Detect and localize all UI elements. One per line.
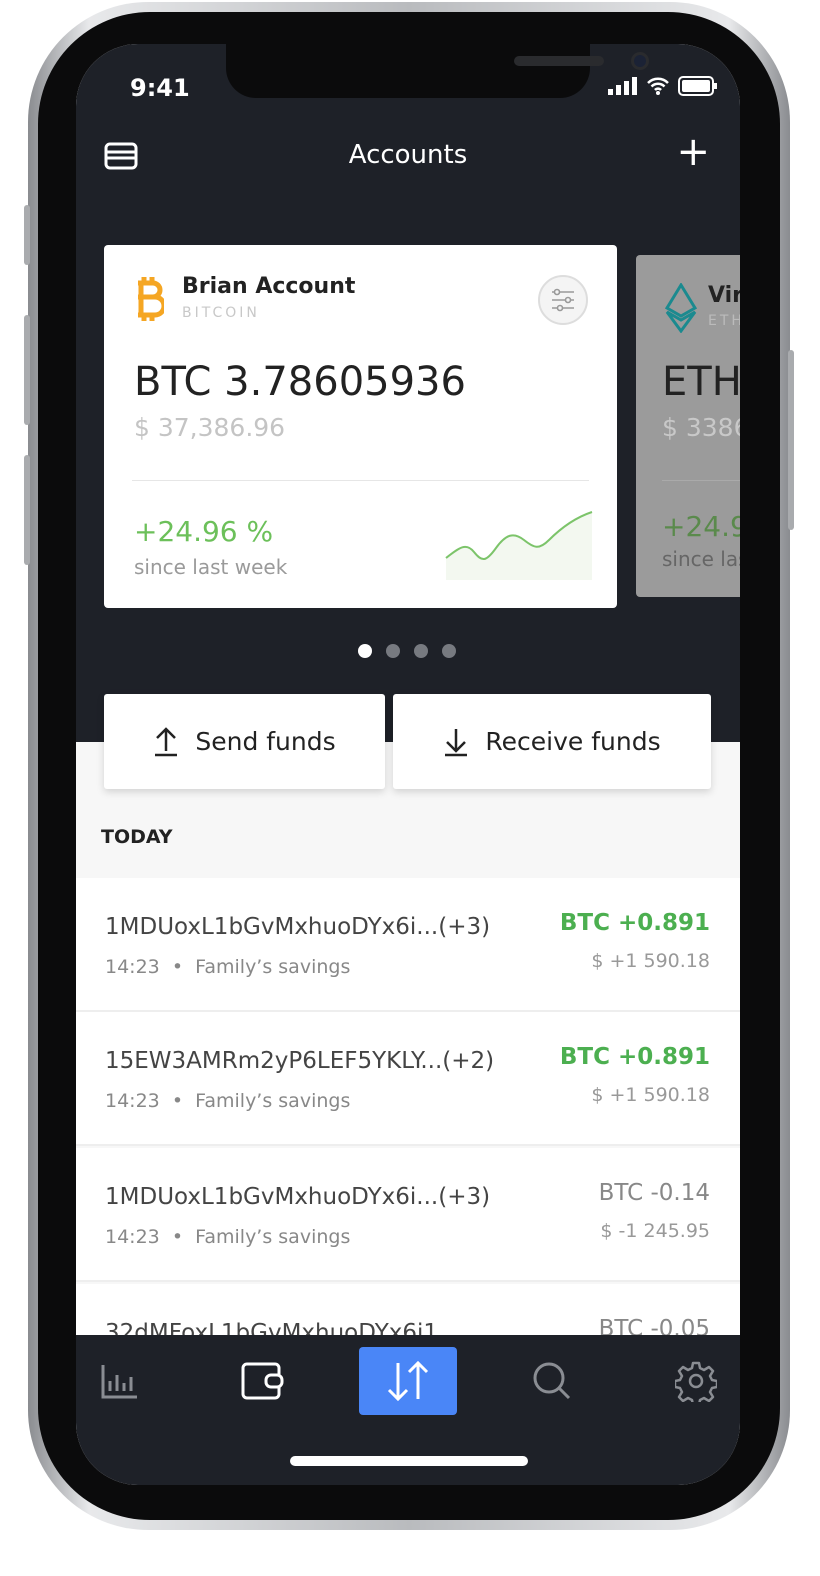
change-period: since last week [134,555,288,579]
chart-icon [101,1365,137,1399]
page-dot[interactable] [386,644,400,658]
tx-meta: 14:23 • Family’s savings [105,956,351,978]
divider [132,480,589,481]
transaction-row[interactable]: 15EW3AMRm2yP6LEF5YKLY...(+2) 14:23 • Fam… [76,1012,740,1146]
screen: 9:41 Accounts + Brian Account BITCOIN BT… [76,44,740,1485]
search-icon [533,1362,571,1400]
change-percent: +24.96 % [134,515,274,548]
volume-up-button [24,315,30,425]
transaction-row[interactable]: 1MDUoxL1bGvMxhuoDYx6i...(+3) 14:23 • Fam… [76,878,740,1012]
sliders-icon [552,288,574,312]
sparkline [445,511,593,580]
mute-switch [24,205,30,265]
send-funds-button[interactable]: Send funds [104,694,385,789]
tx-address: 1MDUoxL1bGvMxhuoDYx6i...(+3) [105,1184,491,1210]
tx-address: 1MDUoxL1bGvMxhuoDYx6i...(+3) [105,914,491,940]
account-currency: BITCOIN [182,305,260,321]
settings-icon [675,1361,717,1402]
power-button [788,350,794,530]
transfer-icon [387,1360,429,1402]
receive-funds-button[interactable]: Receive funds [393,694,711,789]
filter-button[interactable] [538,275,588,325]
fiat-balance: $ 37,386.96 [134,413,286,442]
volume-down-button [24,455,30,565]
ethereum-icon [664,283,698,333]
receive-funds-label: Receive funds [485,727,661,756]
tx-fiat: $ +1 590.18 [591,950,710,972]
balance: BTC 3.78605936 [134,359,466,405]
section-header: TODAY [101,826,173,848]
tab-settings[interactable] [647,1347,740,1415]
tx-amount: BTC +0.891 [559,910,710,936]
page-indicator [358,644,456,658]
page-title: Accounts [348,140,468,170]
tx-fiat: $ -1 245.95 [600,1220,710,1242]
page-dot[interactable] [414,644,428,658]
tx-amount: BTC -0.14 [598,1180,710,1206]
upload-icon [155,726,178,756]
account-name: Brian Account [182,274,356,299]
fiat-balance: $ 3386 [662,413,740,442]
wallet-icon [241,1362,284,1400]
tx-address: 15EW3AMRm2yP6LEF5YKLY...(+2) [105,1048,495,1074]
notch [226,44,649,98]
status-time: 9:41 [130,74,190,102]
send-funds-label: Send funds [195,727,336,756]
account-name: Vir [708,283,740,308]
account-currency: ETH [708,313,740,329]
plus-icon[interactable]: + [676,132,710,172]
wifi-icon [647,77,669,95]
tx-meta: 14:23 • Family’s savings [105,1090,351,1112]
account-card-next[interactable]: Vir ETH ETH $ 3386 +24.9 since las [636,255,740,597]
bitcoin-icon [138,277,164,321]
tab-transactions[interactable] [359,1347,457,1415]
change-period: since las [662,547,740,571]
signal-icon [608,77,637,95]
tab-wallet[interactable] [214,1347,312,1415]
tx-meta: 14:23 • Family’s savings [105,1226,351,1248]
tab-bar [76,1335,740,1485]
tx-fiat: $ +1 590.18 [591,1084,710,1106]
transaction-row[interactable]: 1MDUoxL1bGvMxhuoDYx6i...(+3) 14:23 • Fam… [76,1148,740,1282]
tab-analytics[interactable] [76,1347,168,1415]
page-dot[interactable] [442,644,456,658]
page-dot[interactable] [358,644,372,658]
home-indicator[interactable] [290,1456,528,1466]
status-icons [608,76,718,96]
balance: ETH [662,359,740,405]
account-card[interactable]: Brian Account BITCOIN BTC 3.78605936 $ 3… [104,245,617,608]
download-icon [445,728,468,756]
change-percent: +24.9 [662,510,740,543]
battery-icon [678,76,717,96]
tab-search[interactable] [503,1347,601,1415]
tx-amount: BTC +0.891 [559,1044,710,1070]
